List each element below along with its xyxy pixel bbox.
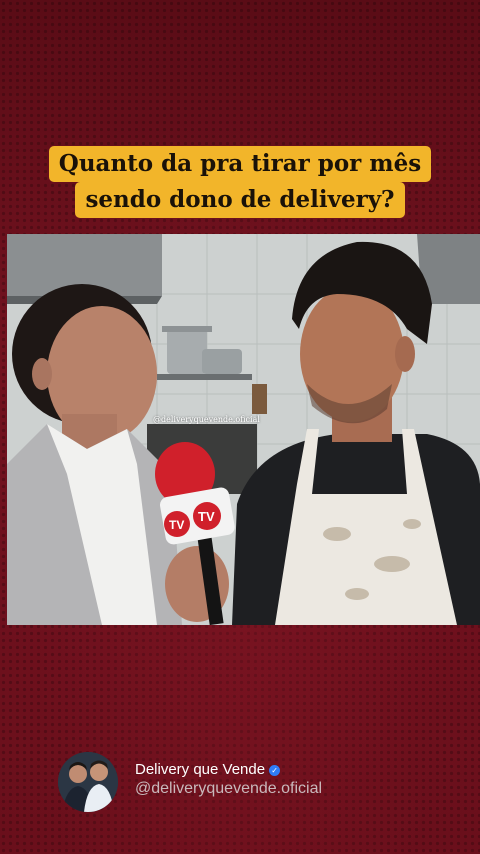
- caption-line-1: Quanto da pra tirar por mês: [48, 146, 432, 182]
- avatar-image: [58, 752, 118, 812]
- caption-line-2: sendo dono de delivery?: [75, 182, 405, 218]
- avatar[interactable]: [58, 752, 118, 812]
- account-name-row[interactable]: Delivery que Vende ✓: [135, 761, 281, 778]
- video-watermark: @deliveryquevende.oficial: [153, 415, 260, 424]
- account-name[interactable]: Delivery que Vende: [135, 761, 265, 778]
- verified-check-icon: ✓: [269, 765, 281, 776]
- headline-caption: Quanto da pra tirar por mês sendo dono d…: [30, 146, 450, 218]
- account-handle[interactable]: @deliveryquevende.oficial: [135, 780, 322, 798]
- video-frame[interactable]: TV TV @deliveryquevende.oficial: [7, 234, 480, 625]
- interview-scene: TV TV @deliveryquevende.oficial: [7, 234, 480, 625]
